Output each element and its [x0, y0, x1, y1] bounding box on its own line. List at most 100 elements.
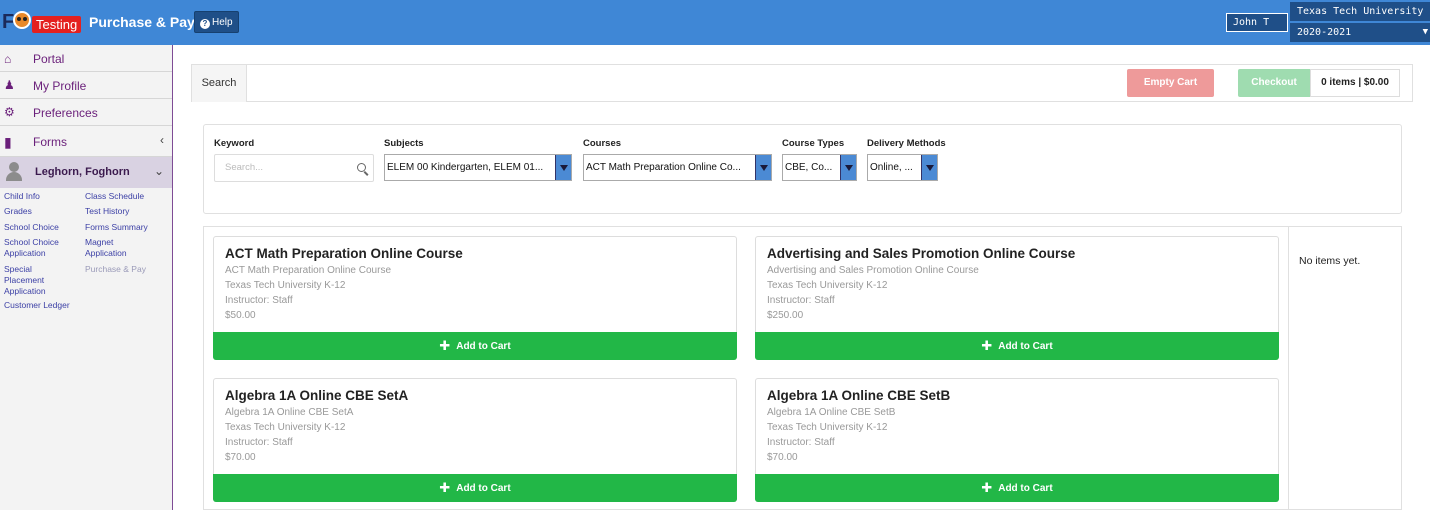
sidebar-link-class-schedule[interactable]: Class Schedule	[85, 191, 144, 202]
sidebar-item-preferences[interactable]: ⚙ Preferences	[0, 99, 172, 126]
add-to-cart-label: Add to Cart	[456, 341, 511, 352]
delivery-methods-select[interactable]: Online, ...	[867, 154, 938, 181]
plus-icon: ✚	[439, 480, 451, 495]
sidebar-item-portal[interactable]: ⌂ Portal	[0, 45, 172, 72]
checkout-button[interactable]: Checkout	[1238, 69, 1310, 97]
chevron-down-icon	[755, 155, 771, 180]
search-toolbar: Search Empty Cart Checkout 0 items | $0.…	[191, 64, 1413, 102]
plus-icon: ✚	[981, 338, 993, 353]
user-menu-button[interactable]: John T	[1226, 13, 1288, 32]
cart-panel: No items yet.	[1288, 227, 1401, 510]
add-to-cart-label: Add to Cart	[998, 483, 1053, 494]
question-icon: ?	[200, 19, 210, 29]
chevron-down-icon	[840, 155, 856, 180]
course-card: ACT Math Preparation Online Course ACT M…	[213, 236, 737, 360]
user-icon: ♟	[4, 78, 15, 92]
environment-badge: Testing	[32, 16, 82, 33]
sidebar-link-school-choice-application[interactable]: School Choice Application	[4, 237, 74, 259]
sidebar-link-child-info[interactable]: Child Info	[4, 191, 40, 202]
plus-icon: ✚	[439, 338, 451, 353]
subjects-label: Subjects	[384, 138, 424, 149]
filter-panel: Keyword Search... Subjects ELEM 00 Kinde…	[203, 124, 1402, 214]
sidebar-item-forms[interactable]: ▮ Forms ‹	[0, 126, 172, 157]
course-types-label: Course Types	[782, 138, 845, 149]
avatar	[5, 162, 23, 182]
course-price: $50.00	[225, 310, 256, 321]
course-price: $70.00	[225, 452, 256, 463]
sidebar-link-school-choice[interactable]: School Choice	[4, 222, 59, 233]
cart-summary: 0 items | $0.00	[1310, 69, 1400, 97]
chevron-left-icon: ‹	[160, 133, 164, 147]
courses-value: ACT Math Preparation Online Co...	[586, 162, 741, 173]
subjects-value: ELEM 00 Kindergarten, ELEM 01...	[387, 162, 544, 173]
sidebar-link-grades[interactable]: Grades	[4, 206, 32, 217]
course-subtitle: Algebra 1A Online CBE SetB	[767, 407, 896, 418]
course-provider: Texas Tech University K-12	[225, 422, 346, 433]
add-to-cart-label: Add to Cart	[456, 483, 511, 494]
course-instructor: Instructor: Staff	[225, 437, 293, 448]
add-to-cart-button[interactable]: ✚ Add to Cart	[755, 474, 1279, 502]
course-card: Algebra 1A Online CBE SetB Algebra 1A On…	[755, 378, 1279, 502]
sidebar-link-special-placement-application[interactable]: Special Placement Application	[4, 264, 64, 297]
course-instructor: Instructor: Staff	[225, 295, 293, 306]
search-icon	[357, 163, 366, 172]
course-types-value: CBE, Co...	[785, 162, 833, 173]
subjects-select[interactable]: ELEM 00 Kindergarten, ELEM 01...	[384, 154, 572, 181]
delivery-methods-value: Online, ...	[870, 162, 913, 173]
chevron-down-icon: ⌄	[153, 164, 164, 178]
empty-cart-button[interactable]: Empty Cart	[1127, 69, 1214, 97]
chevron-down-icon: ▼	[1422, 27, 1428, 37]
course-provider: Texas Tech University K-12	[225, 280, 346, 291]
help-button[interactable]: ? Help	[194, 11, 239, 33]
gear-icon: ⚙	[4, 105, 15, 119]
keyword-label: Keyword	[214, 138, 255, 149]
home-icon: ⌂	[4, 52, 12, 66]
focus-owl-logo: F	[2, 9, 32, 35]
sidebar-item-label: Forms	[33, 135, 67, 149]
chevron-down-icon	[555, 155, 571, 180]
course-title: Algebra 1A Online CBE SetA	[225, 388, 409, 403]
year-selector[interactable]: 2020-2021 ▼	[1290, 23, 1430, 42]
sidebar-item-label: Preferences	[33, 106, 98, 120]
sidebar-link-forms-summary[interactable]: Forms Summary	[85, 222, 148, 233]
course-types-select[interactable]: CBE, Co...	[782, 154, 857, 181]
sidebar-link-customer-ledger[interactable]: Customer Ledger	[4, 300, 70, 311]
tab-search[interactable]: Search	[192, 65, 247, 102]
course-instructor: Instructor: Staff	[767, 437, 835, 448]
district-selector[interactable]: Texas Tech University K-12	[1290, 2, 1430, 22]
sidebar: ⌂ Portal ♟ My Profile ⚙ Preferences ▮ Fo…	[0, 45, 173, 510]
add-to-cart-button[interactable]: ✚ Add to Cart	[755, 332, 1279, 360]
course-price: $250.00	[767, 310, 804, 321]
keyword-placeholder: Search...	[225, 162, 264, 173]
app-title: Purchase & Pay	[89, 14, 195, 30]
top-bar: F Testing Purchase & Pay ? Help John T Te…	[0, 0, 1430, 45]
course-card: Advertising and Sales Promotion Online C…	[755, 236, 1279, 360]
courses-select[interactable]: ACT Math Preparation Online Co...	[583, 154, 772, 181]
course-subtitle: Algebra 1A Online CBE SetA	[225, 407, 354, 418]
sidebar-link-magnet-application[interactable]: Magnet Application	[85, 237, 145, 259]
course-title: Advertising and Sales Promotion Online C…	[767, 246, 1076, 261]
student-selector[interactable]: Leghorn, Foghorn ⌄	[0, 157, 172, 188]
course-subtitle: Advertising and Sales Promotion Online C…	[767, 265, 979, 276]
add-to-cart-button[interactable]: ✚ Add to Cart	[213, 474, 737, 502]
course-title: ACT Math Preparation Online Course	[225, 246, 463, 261]
course-title: Algebra 1A Online CBE SetB	[767, 388, 951, 403]
delivery-methods-label: Delivery Methods	[867, 138, 946, 149]
course-card: Algebra 1A Online CBE SetA Algebra 1A On…	[213, 378, 737, 502]
help-label: Help	[212, 17, 233, 28]
add-to-cart-button[interactable]: ✚ Add to Cart	[213, 332, 737, 360]
courses-label: Courses	[583, 138, 622, 149]
sidebar-item-label: Portal	[33, 52, 65, 66]
sidebar-link-test-history[interactable]: Test History	[85, 206, 129, 217]
course-provider: Texas Tech University K-12	[767, 280, 888, 291]
keyword-search-input[interactable]: Search...	[214, 154, 374, 182]
cart-empty-message: No items yet.	[1299, 255, 1361, 267]
add-to-cart-label: Add to Cart	[998, 341, 1053, 352]
course-subtitle: ACT Math Preparation Online Course	[225, 265, 392, 276]
sidebar-item-label: My Profile	[33, 79, 87, 93]
student-name: Leghorn, Foghorn	[35, 166, 130, 178]
sidebar-link-purchase-pay[interactable]: Purchase & Pay	[85, 264, 146, 275]
course-instructor: Instructor: Staff	[767, 295, 835, 306]
chevron-down-icon	[921, 155, 937, 180]
sidebar-item-my-profile[interactable]: ♟ My Profile	[0, 72, 172, 99]
